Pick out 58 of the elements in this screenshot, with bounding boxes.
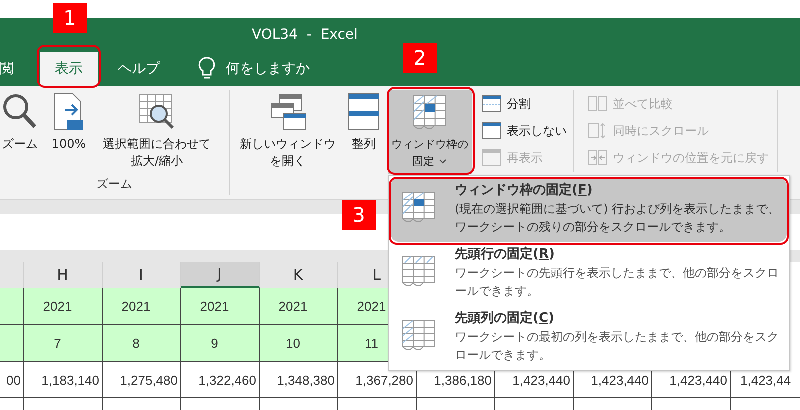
frozen-column-grid-icon	[401, 319, 437, 353]
table-cell: 2021	[260, 288, 338, 325]
table-cell	[0, 288, 24, 325]
tell-me-search[interactable]: 何をしますか	[226, 60, 310, 78]
table-cell: 1,348,380	[260, 362, 338, 398]
frozen-grid-icon	[401, 191, 437, 225]
menu-item-title: 先頭列の固定(C)	[455, 310, 556, 328]
window-icon	[482, 122, 502, 140]
ribbon-button[interactable]: ウィンドウ枠の 固定	[388, 90, 472, 174]
ribbon-button[interactable]: ズーム	[0, 90, 40, 172]
table-cell: 9	[181, 325, 260, 362]
column-header[interactable]: I	[102, 262, 181, 288]
table-cell: 1,275,480	[102, 362, 181, 398]
menu-item-description: ワークシートの最初の列を表示したままで、他の部分をスクロールできます。	[455, 329, 780, 364]
step-number-label: 1	[53, 3, 87, 33]
split-window-icon	[482, 95, 502, 113]
table-cell: 8	[102, 325, 181, 362]
ribbon-tab[interactable]: 閲	[0, 52, 24, 86]
ribbon-tab[interactable]: 表示	[40, 52, 98, 86]
ribbon-button[interactable]: 選択範囲に合わせて 拡大/縮小	[94, 90, 220, 172]
stacked-windows-icon	[347, 92, 381, 132]
column-header[interactable]: J	[181, 262, 260, 288]
column-header[interactable]: H	[24, 262, 102, 288]
step-number-label: 2	[403, 43, 437, 73]
menu-item-title: 先頭行の固定(R)	[455, 246, 556, 264]
lightbulb-icon	[198, 57, 216, 81]
column-header[interactable]	[0, 262, 24, 288]
side-by-side-icon	[588, 149, 608, 167]
table-cell: 1,183,140	[24, 362, 102, 398]
menu-item-description: ワークシートの先頭行を表示したままで、他の部分をスクロールできます。	[455, 265, 780, 300]
table-cell: 2021	[181, 288, 260, 325]
window-title: VOL34 - Excel	[252, 27, 358, 43]
menu-item-description: (現在の選択範囲に基づいて) 行および列を表示したままで、ワークシートの残りの部分をスクロールできます。	[455, 201, 781, 236]
table-cell: 2021	[102, 288, 181, 325]
column-header[interactable]: K	[260, 262, 338, 288]
table-cell: 7	[24, 325, 102, 362]
ribbon-tab[interactable]: ヘルプ	[112, 52, 166, 86]
side-by-side-icon	[588, 95, 608, 113]
table-cell: 00	[0, 362, 24, 398]
frozen-row-grid-icon	[401, 255, 437, 289]
ribbon-button[interactable]: 表示しない	[482, 119, 567, 143]
table-cell	[0, 325, 24, 362]
scroll-arrows-icon	[588, 122, 608, 140]
ribbon-button[interactable]: 100%	[44, 90, 94, 172]
caret-icon	[438, 158, 448, 166]
menu-item[interactable]: ウィンドウ枠の固定(F) (現在の選択範囲に基づいて) 行および列を表示したままで、ワークシートの残りの部分をスクロールできます。	[391, 178, 787, 242]
menu-item-title: ウィンドウ枠の固定(F)	[455, 182, 594, 200]
step-number-label: 3	[342, 200, 376, 230]
ribbon-button[interactable]: 分割	[482, 92, 567, 116]
grid-magnifier-icon	[137, 92, 177, 132]
highlight-outline	[37, 45, 101, 88]
window-icon	[482, 149, 502, 167]
ribbon-button[interactable]: 整列	[346, 90, 382, 172]
table-cell: 10	[260, 325, 338, 362]
table-cell: 2021	[24, 288, 102, 325]
group-label: ズーム	[96, 176, 134, 193]
ribbon-button[interactable]: 新しいウィンドウ を開く	[236, 90, 340, 172]
table-cell: 1,322,460	[181, 362, 260, 398]
